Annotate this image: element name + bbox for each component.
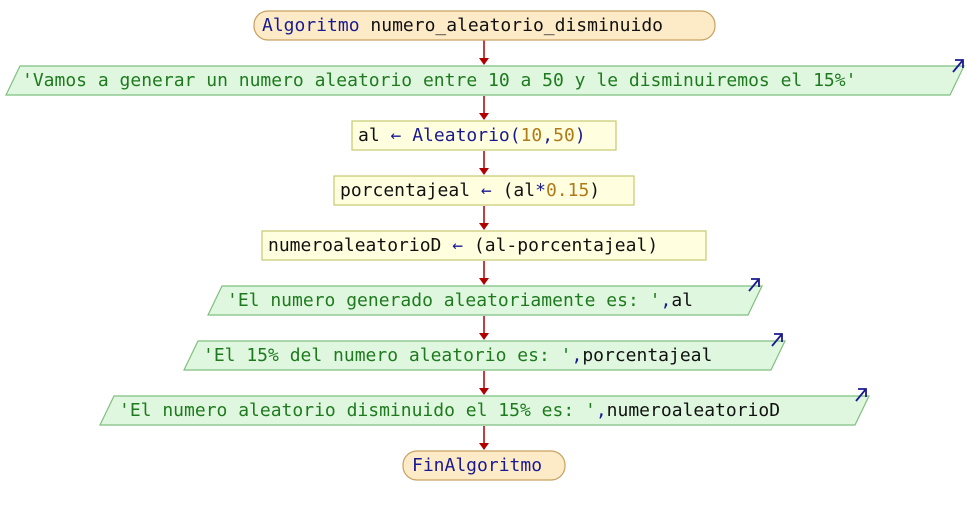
flowchart-assign1-func: Aleatorio(	[412, 125, 520, 146]
flowchart-assign1-arrow: ←	[391, 125, 402, 146]
flowchart-assign3-expr: (al-porcentajeal)	[474, 235, 658, 256]
flowchart-output4-comma: ,	[596, 400, 607, 421]
end-terminal[interactable]: FinAlgoritmo	[402, 450, 566, 481]
flowchart-output3-var: porcentajeal	[582, 345, 712, 366]
flowchart-assign3-var: numeroaleatorioD	[268, 235, 441, 256]
flowchart-output2-comma: ,	[660, 290, 671, 311]
flowchart-output4-var: numeroaleatorioD	[607, 400, 780, 421]
flowchart-assign2-open: (al	[503, 180, 536, 201]
output-block-3[interactable]: 'El 15% del numero aleatorio es: ',porce…	[183, 333, 786, 371]
flowchart-assign2-num: 0.15	[546, 180, 589, 201]
flowchart-output3-str: 'El 15% del numero aleatorio es: '	[203, 345, 571, 366]
flowchart-assign2-var: porcentajeal	[340, 180, 470, 201]
flowchart-assign2-arrow: ←	[481, 180, 492, 201]
svg-text:'El numero aleatorio disminuid: 'El numero aleatorio disminuido el 15% e…	[119, 400, 780, 421]
flowchart-output2-str: 'El numero generado aleatoriamente es: '	[227, 290, 660, 311]
flowchart-assign1-var: al	[358, 125, 380, 146]
flowchart-assign1-n2: 50	[553, 125, 575, 146]
svg-text:Algoritmo numero_aleatorio_dis: Algoritmo numero_aleatorio_disminuido	[262, 15, 663, 36]
svg-text:porcentajeal ← (al*0.15): porcentajeal ← (al*0.15)	[340, 180, 600, 201]
flowchart-assign2-op: *	[535, 180, 546, 201]
flowchart-assign1-close: )	[575, 125, 586, 146]
svg-text:'El numero generado aleatoriam: 'El numero generado aleatoriamente es: '…	[227, 290, 693, 311]
flowchart-output3-comma: ,	[571, 345, 582, 366]
end-keyword: FinAlgoritmo	[412, 455, 542, 476]
flowchart-assign1-comma: ,	[542, 125, 553, 146]
process-block-3[interactable]: numeroaleatorioD ← (al-porcentajeal)	[261, 230, 707, 261]
output-block-4[interactable]: 'El numero aleatorio disminuido el 15% e…	[99, 388, 870, 426]
process-block-1[interactable]: al ← Aleatorio(10,50)	[351, 120, 617, 151]
flowchart-assign1-n1: 10	[521, 125, 543, 146]
output-block-2[interactable]: 'El numero generado aleatoriamente es: '…	[207, 278, 763, 316]
svg-text:al ← Aleatorio(10,50): al ← Aleatorio(10,50)	[358, 125, 586, 146]
output-block-1[interactable]: 'Vamos a generar un numero aleatorio ent…	[5, 59, 965, 96]
svg-text:numeroaleatorioD ← (al-porcent: numeroaleatorioD ← (al-porcentajeal)	[268, 235, 658, 256]
flowchart-assign3-arrow: ←	[452, 235, 463, 256]
start-keyword: Algoritmo	[262, 15, 360, 36]
output1-text: 'Vamos a generar un numero aleatorio ent…	[22, 70, 856, 91]
start-terminal[interactable]: Algoritmo numero_aleatorio_disminuido	[253, 10, 716, 41]
process-block-2[interactable]: porcentajeal ← (al*0.15)	[333, 175, 635, 206]
algorithm-name: numero_aleatorio_disminuido	[370, 15, 663, 36]
flowchart-assign2-close: )	[589, 180, 600, 201]
flowchart-canvas: Algoritmo numero_aleatorio_disminuido 'V…	[5, 10, 965, 481]
flowchart-output4-str: 'El numero aleatorio disminuido el 15% e…	[119, 400, 596, 421]
flowchart-output2-var: al	[671, 290, 693, 311]
svg-text:'El 15% del numero aleatorio e: 'El 15% del numero aleatorio es: ',porce…	[203, 345, 712, 366]
